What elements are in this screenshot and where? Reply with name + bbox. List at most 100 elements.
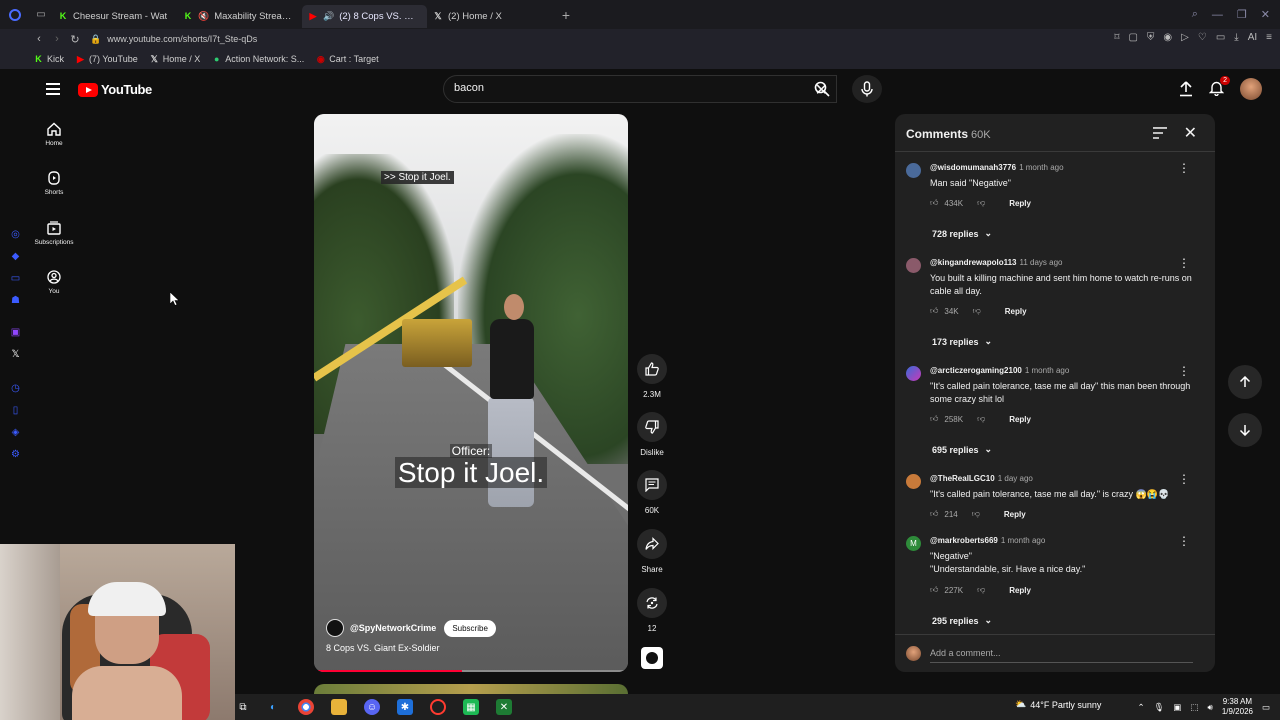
search-icon[interactable]: ⌕ [1192,8,1198,21]
thumbs-down-icon[interactable]: 👎︎ [977,585,985,595]
recording-icon[interactable]: ▣ [1173,702,1181,713]
thumbs-up-icon[interactable]: 👍︎ [930,306,938,316]
discord-icon[interactable]: ☺ [364,699,380,715]
guide-item-shorts[interactable]: Shorts [30,171,78,196]
opera-logo-icon[interactable] [0,0,30,29]
channel-name[interactable]: @SpyNetworkCrime [350,623,436,633]
more-options-icon[interactable]: ⋮ [1178,364,1190,378]
bookmark-target[interactable]: ◉ Cart : Target [316,54,379,65]
crypto-icon[interactable]: ◆ [10,251,21,262]
thumbs-up-icon[interactable]: 👍︎ [930,198,938,208]
audio-playing-icon[interactable]: 🔊 [323,11,334,22]
view-replies-button[interactable]: 295 replies ⌄ [932,615,992,626]
comment-avatar[interactable]: M [906,536,921,551]
speaker-icon[interactable]: 🔊︎ [1207,702,1212,713]
adblock-icon[interactable]: ⛨ [1147,32,1155,43]
download-icon[interactable]: ⤓ [1234,32,1238,43]
settings-icon[interactable]: ⚙ [10,449,21,460]
browser-tab[interactable]: K Cheesur Stream - Wat [52,5,177,28]
comments-button[interactable]: 60K [633,470,671,515]
tab-overview-icon[interactable]: ▭ [30,0,52,29]
task-view-icon[interactable]: ⧉ [235,699,251,715]
short-title[interactable]: 8 Cops VS. Giant Ex-Soldier [326,643,440,653]
voice-search-button[interactable] [852,75,882,103]
comment-avatar[interactable] [906,366,921,381]
next-short-button[interactable] [1228,413,1262,447]
close-icon[interactable]: ✕ [1261,8,1270,21]
guide-item-subscriptions[interactable]: Subscriptions [30,221,78,246]
reply-button[interactable]: Reply [1004,510,1026,519]
comment-time[interactable]: 1 month ago [1001,536,1045,545]
bookmark-youtube[interactable]: ▶ (7) YouTube [76,54,138,65]
avatar[interactable] [1240,78,1262,100]
new-tab-button[interactable]: + [556,7,576,23]
forward-icon[interactable]: › [48,33,66,45]
menu-icon[interactable]: ≡ [1266,32,1272,43]
pinboard-icon[interactable]: ▯ [10,405,21,416]
comment-time[interactable]: 1 month ago [1019,163,1063,172]
guide-item-you[interactable]: You [30,270,78,295]
comment-time[interactable]: 1 day ago [998,474,1033,483]
comment-time[interactable]: 11 days ago [1020,258,1063,267]
x-icon[interactable]: 𝕏 [10,349,21,360]
thumbs-down-icon[interactable]: 👎︎ [977,198,985,208]
xbox-icon[interactable]: ✕ [496,699,512,715]
add-comment-input[interactable]: Add a comment... [930,648,1001,658]
reply-button[interactable]: Reply [1009,415,1031,424]
youtube-logo[interactable]: YouTube [78,82,152,97]
microphone-icon[interactable]: 🎙︎ [1154,702,1165,713]
discord-icon[interactable]: ☗ [10,295,21,306]
remix-button[interactable]: 12 [633,588,671,633]
thumbs-up-icon[interactable]: 👍︎ [930,509,938,519]
bookmark-action-network[interactable]: ● Action Network: S... [212,54,304,64]
bookmark-kick[interactable]: K Kick [34,54,64,64]
chevron-up-icon[interactable]: ⌃ [1137,702,1144,713]
comment-author[interactable]: @kingandrewapolo113 [930,258,1017,267]
network-icon[interactable]: ⬚ [1190,702,1198,713]
more-options-icon[interactable]: ⋮ [1178,161,1190,175]
comment-avatar[interactable] [906,163,921,178]
comment-author[interactable]: @wisdomumanah3776 [930,163,1016,172]
lock-icon[interactable]: 🔒 [90,34,101,45]
dislike-button[interactable]: Dislike [633,412,671,457]
thumbs-down-icon[interactable]: 👎︎ [972,509,980,519]
twitch-icon[interactable]: ▣ [10,327,21,338]
wallet-icon[interactable]: ▭ [1216,32,1225,43]
browser-tab[interactable]: 𝕏 (2) Home / X [427,5,552,28]
notification-center-icon[interactable]: ▭ [1262,702,1270,713]
thumbs-down-icon[interactable]: 👎︎ [977,414,985,424]
thumbs-up-icon[interactable]: 👍︎ [930,585,938,595]
reply-button[interactable]: Reply [1005,307,1027,316]
sound-source-button[interactable] [633,647,671,669]
video-progress-bar[interactable] [314,670,628,672]
browser-tab[interactable]: K 🔇 Maxability Stream - W [177,5,302,28]
chrome-icon[interactable] [298,699,314,715]
comment-author[interactable]: @TheRealLGC10 [930,474,995,483]
more-options-icon[interactable]: ⋮ [1178,534,1190,548]
comment-time[interactable]: 1 month ago [1025,366,1069,375]
edge-icon[interactable]: ◐ [265,699,281,715]
muted-icon[interactable]: 🔇 [198,11,209,22]
bookmark-icon[interactable]: ⌑ [1114,32,1119,43]
browser-tab-active[interactable]: ▶ 🔊 (2) 8 Cops VS. Giant E [302,4,427,28]
file-explorer-icon[interactable] [331,699,347,715]
short-video-player[interactable]: >> Stop it Joel. Officer: Stop it Joel. … [314,114,628,672]
snapshot-icon[interactable]: ▢ [1128,32,1137,43]
view-replies-button[interactable]: 728 replies ⌄ [932,228,992,239]
weather-widget[interactable]: ⛅ 44°F Partly sunny [1015,699,1101,710]
like-button[interactable]: 2.3M [633,354,671,399]
bookmark-x[interactable]: 𝕏 Home / X [150,54,201,65]
view-replies-button[interactable]: 173 replies ⌄ [932,336,992,347]
close-comments-icon[interactable]: ✕ [1184,123,1197,143]
restore-icon[interactable]: ❐ [1237,8,1247,21]
search-input[interactable] [454,82,754,94]
comment-avatar[interactable] [906,474,921,489]
history-icon[interactable]: ◷ [10,383,21,394]
heart-icon[interactable]: ♡ [1198,32,1207,43]
back-icon[interactable]: ‹ [30,33,48,45]
comment-author[interactable]: @arcticzerogaming2100 [930,366,1022,375]
reply-button[interactable]: Reply [1009,199,1031,208]
url-field[interactable]: 🔒 www.youtube.com/shorts/I7t_Ste-qDs [90,34,257,45]
comment-avatar[interactable] [906,258,921,273]
battlenet-icon[interactable]: ✱ [397,699,413,715]
